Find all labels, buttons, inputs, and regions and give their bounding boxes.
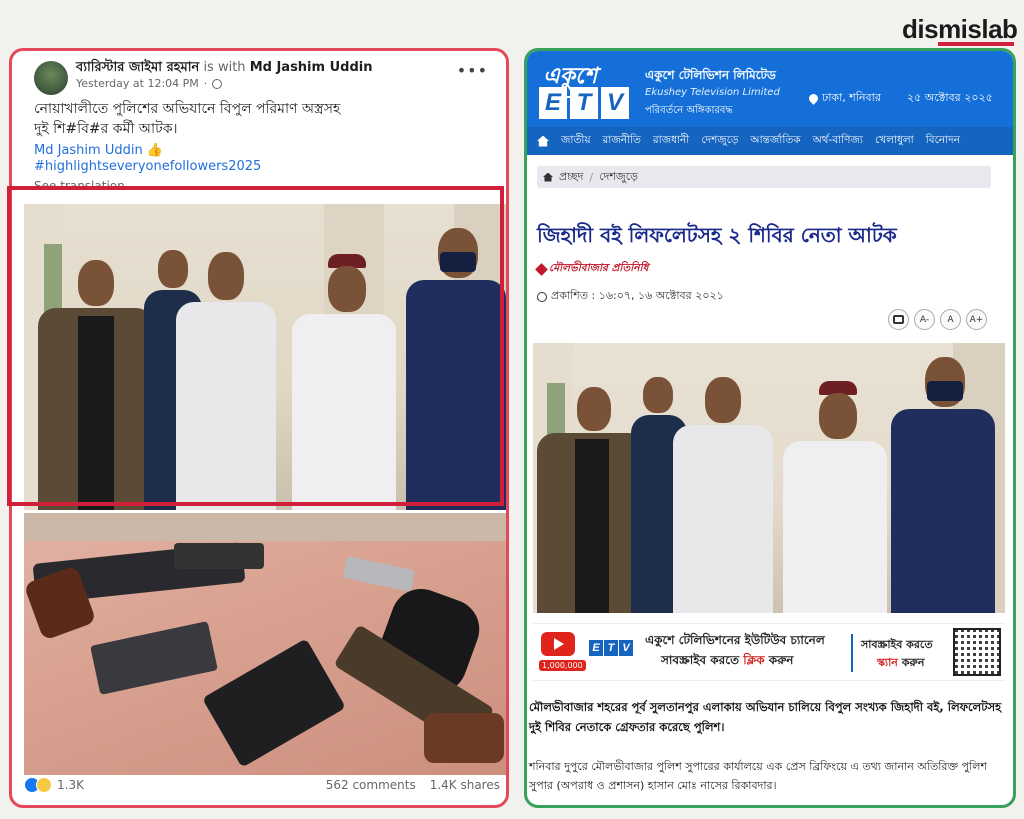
- post-timestamp[interactable]: Yesterday at 12:04 PM: [76, 77, 199, 90]
- home-icon: [543, 172, 553, 182]
- more-dots-icon[interactable]: •••: [457, 61, 488, 80]
- post-meta: Yesterday at 12:04 PM ·: [76, 77, 223, 90]
- breadcrumb-separator: /: [589, 170, 594, 184]
- breadcrumb-home[interactable]: প্রচ্ছদ: [559, 168, 583, 187]
- article-reporter: মৌলভীবাজার প্রতিনিধি: [535, 261, 648, 278]
- etv-nav-bar: জাতীয় রাজনীতি রাজধানী দেশজুড়ে আন্তর্জা…: [527, 127, 1013, 155]
- author-name[interactable]: ব্যারিস্টার জাইমা রহমান: [76, 60, 199, 75]
- etv-logo[interactable]: E T V: [539, 87, 629, 119]
- etv-name-en: Ekushey Television Limited: [645, 87, 780, 98]
- etv-name-bn: একুশে টেলিভিশন লিমিটেড: [645, 68, 776, 82]
- article-paragraph-2: শনিবার দুপুরে মৌলভীবাজার পুলিশ সুপারের ক…: [529, 760, 987, 792]
- qr-code-icon[interactable]: [953, 628, 1001, 676]
- logo-underline: [938, 42, 1014, 46]
- youtube-subscriber-badge: 1,000,000: [539, 660, 586, 671]
- etv-date: ২৫ অক্টোবর ২০২৫: [907, 91, 993, 104]
- post-photo-weapons[interactable]: [24, 513, 506, 775]
- nav-item[interactable]: অর্থ-বাণিজ্য: [813, 133, 863, 150]
- avatar[interactable]: [34, 61, 68, 95]
- banner-channel-text: একুশে টেলিভিশনের ইউটিউব চ্যানেল: [645, 633, 825, 647]
- etv-article-card: একুশে E T V একুশে টেলিভিশন লিমিটেড Ekush…: [524, 48, 1016, 808]
- published-text: প্রকাশিত : ১৬:০৭, ১৬ অক্টোবর ২০২১: [551, 289, 724, 302]
- nav-item[interactable]: জাতীয়: [561, 133, 591, 150]
- reactions-count[interactable]: 1.3K: [57, 778, 84, 792]
- nav-item[interactable]: বিনোদন: [926, 133, 960, 150]
- font-reset-button[interactable]: A: [940, 309, 961, 330]
- globe-icon: [212, 78, 223, 89]
- etv-location: ঢাকা, শনিবার: [807, 89, 881, 108]
- pen-icon: [535, 263, 548, 276]
- banner-scan-text: স্ক্যান করুন: [877, 656, 925, 669]
- etv-logo-letter: V: [601, 87, 629, 119]
- etv-logo-letter: T: [570, 87, 598, 119]
- nav-item[interactable]: রাজনীতি: [603, 133, 641, 150]
- reporter-name[interactable]: মৌলভীবাজার প্রতিনিধি: [549, 261, 648, 278]
- location-pin-icon: [807, 92, 820, 105]
- etv-logo-letter: E: [539, 87, 567, 119]
- article-paragraph-1: মৌলভীবাজার শহরের পূর্ব সুলতানপুর এলাকায়…: [529, 700, 1002, 734]
- font-increase-button[interactable]: A+: [966, 309, 987, 330]
- article-published: প্রকাশিত : ১৬:০৭, ১৬ অক্টোবর ২০২১: [537, 287, 724, 306]
- article-headline: জিহাদী বই লিফলেটসহ ২ শিবির নেতা আটক: [537, 223, 897, 247]
- banner-click-text[interactable]: সাবস্ক্রাইব করতে ক্লিক করুন: [661, 652, 793, 672]
- banner-subscribe-text: সাবস্ক্রাইব করতে: [861, 638, 933, 651]
- location-text: ঢাকা, শনিবার: [822, 91, 881, 104]
- youtube-icon: [541, 632, 575, 656]
- etv-mini-logo: ETV: [589, 640, 633, 656]
- haha-reaction-icon: [36, 777, 52, 793]
- with-text: is with: [203, 60, 246, 75]
- etv-tagline: পরিবর্তনে অঙ্গিকারবদ্ধ: [645, 105, 733, 116]
- tagged-name[interactable]: Md Jashim Uddin: [250, 60, 373, 75]
- post-author-line: ব্যারিস্টার জাইমা রহমান is with Md Jashi…: [76, 58, 372, 79]
- nav-item[interactable]: রাজধানী: [653, 133, 689, 150]
- post-mention[interactable]: Md Jashim Uddin 👍: [34, 141, 163, 160]
- article-photo-detainees[interactable]: [533, 343, 1005, 613]
- etv-header: একুশে E T V একুশে টেলিভিশন লিমিটেড Ekush…: [527, 51, 1013, 127]
- home-icon[interactable]: [537, 135, 549, 147]
- highlight-box: [7, 186, 504, 506]
- breadcrumb-section[interactable]: দেশজুড়ে: [599, 168, 638, 187]
- banner-divider: [851, 634, 853, 672]
- comments-count[interactable]: 562 comments: [326, 778, 416, 792]
- post-line-2: দুই শি#বি#র কর্মী আটক।: [34, 121, 178, 137]
- printer-icon: [893, 315, 904, 324]
- post-text: নোয়াখালীতে পুলিশের অভিযানে বিপুল পরিমাণ…: [34, 99, 494, 139]
- post-stats-bar: 1.3K 562 comments 1.4K shares: [24, 773, 500, 797]
- post-hashtag[interactable]: #highlightseveryonefollowers2025: [34, 159, 261, 174]
- nav-item[interactable]: আন্তর্জাতিক: [750, 133, 800, 150]
- font-decrease-button[interactable]: A-: [914, 309, 935, 330]
- shares-count[interactable]: 1.4K shares: [430, 778, 500, 792]
- clock-icon: [537, 291, 547, 302]
- post-line-1: নোয়াখালীতে পুলিশের অভিযানে বিপুল পরিমাণ…: [34, 101, 341, 117]
- reactions[interactable]: [24, 777, 52, 793]
- breadcrumb: প্রচ্ছদ / দেশজুড়ে: [537, 166, 991, 188]
- font-size-tools: A- A A+: [888, 309, 987, 330]
- nav-item[interactable]: খেলাধুলা: [875, 133, 914, 150]
- dismislab-logo: dismislab: [902, 14, 1018, 44]
- print-button[interactable]: [888, 309, 909, 330]
- nav-item[interactable]: দেশজুড়ে: [701, 133, 738, 150]
- youtube-subscribe-banner[interactable]: 1,000,000 ETV একুশে টেলিভিশনের ইউটিউব চ্…: [533, 623, 1005, 681]
